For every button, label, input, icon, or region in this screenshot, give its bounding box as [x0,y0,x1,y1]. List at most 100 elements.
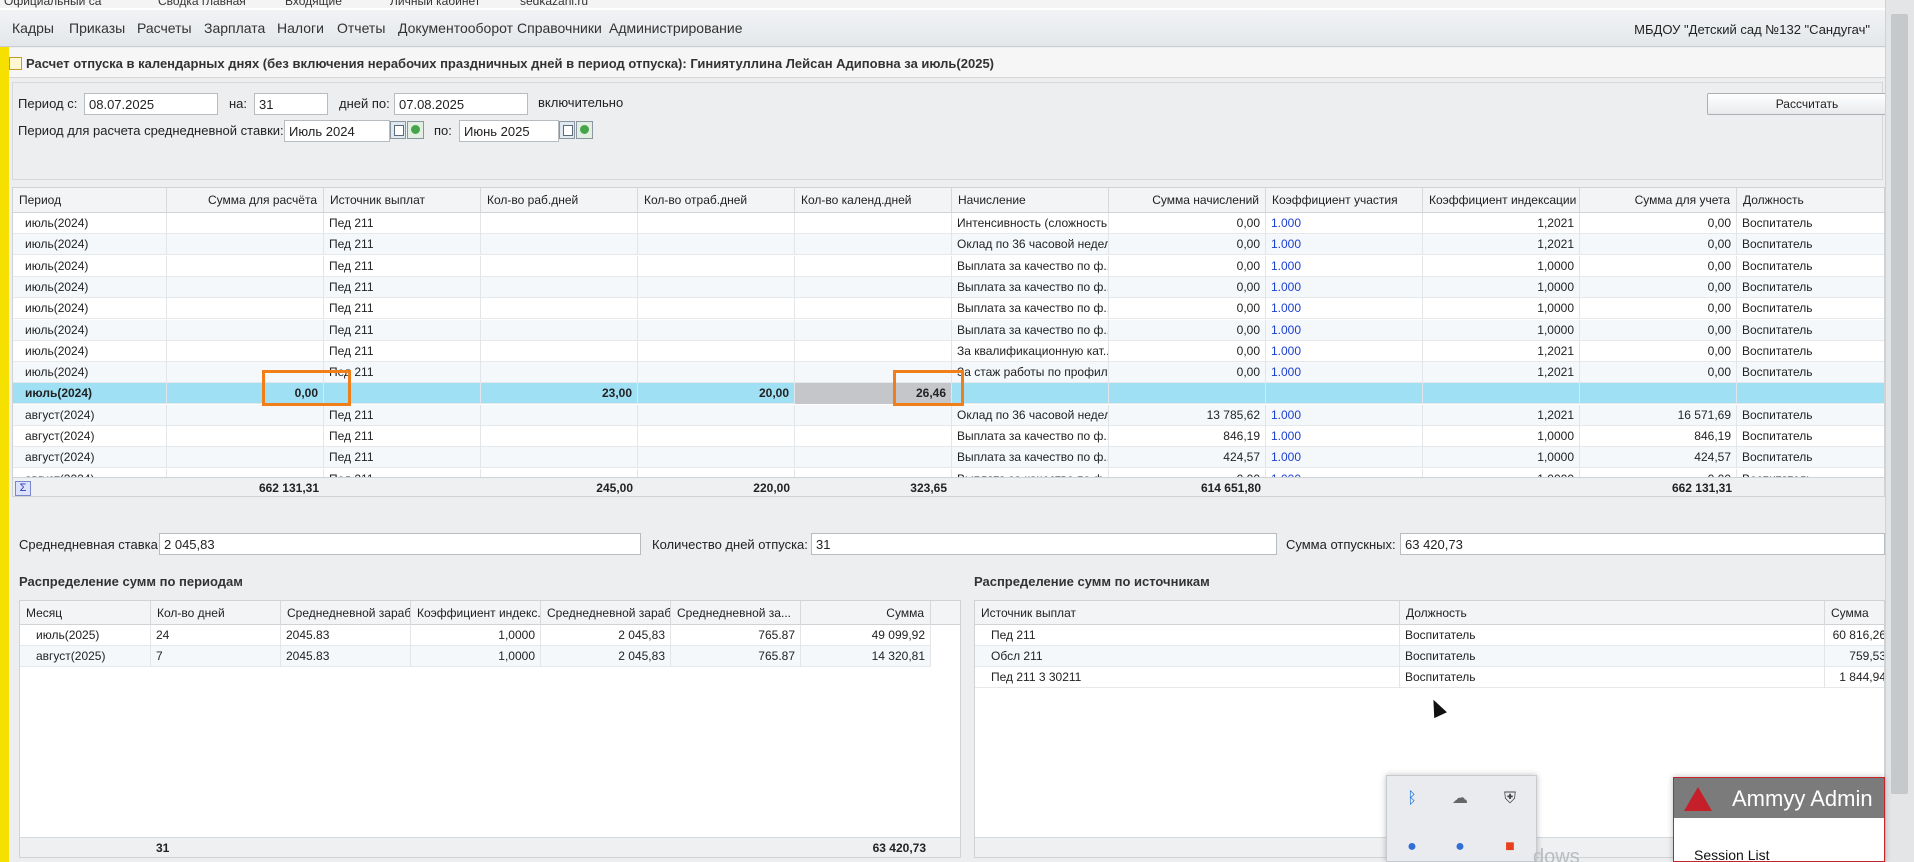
avg-rate-field[interactable]: 2 045,83 [159,533,641,555]
col-position[interactable]: Должность [1737,188,1884,213]
table-row[interactable]: Пед 211 Воспитатель 60 816,26 [975,625,1884,646]
table-row[interactable]: июль(2024) Пед 211 Выплата за качество по … [13,276,1884,298]
bookmark-item[interactable]: Личный кабинет [390,0,480,8]
bookmark-item[interactable]: sedkazani.ru [520,0,588,8]
cell-participation-coef: 1.000 [1266,319,1423,341]
col-index-coef[interactable]: Коэффициент индексации [1423,188,1580,213]
menu-spravochniki[interactable]: Справочники [517,20,602,36]
table-row[interactable]: июль(2024) Пед 211 Выплата за качество по … [13,255,1884,277]
table-row[interactable]: август(2024) Пед 211 Оклад по 36 часовой н… [13,404,1884,426]
cell-calc-sum [167,234,324,256]
days-count-input[interactable]: 31 [254,93,328,115]
cell-position [1737,383,1884,404]
menu-kadry[interactable]: Кадры [12,20,54,36]
apply-icon[interactable] [407,121,424,139]
menu-nalogi[interactable]: Налоги [277,20,324,36]
col-index-coef[interactable]: Коэффициент индекс... [411,601,541,625]
bookmark-item[interactable]: Входящие [285,0,342,8]
menu-zarplata[interactable]: Зарплата [204,20,265,36]
source-cell: Пед 211 [975,625,1400,646]
col-accrual[interactable]: Начисление [952,188,1109,213]
cell-position: Воспитатель [1737,256,1884,277]
vacation-days-field[interactable]: 31 [811,533,1277,555]
cell-calc-sum [167,404,324,426]
table-row[interactable]: июль(2024) Пед 211 Выплата за качество по … [13,298,1884,320]
menu-raschety[interactable]: Расчеты [137,20,192,36]
bluetooth-icon[interactable]: ᛒ [1401,788,1423,810]
calculate-button[interactable]: Рассчитать [1707,93,1907,115]
period-from-input[interactable]: 08.07.2025 [84,93,218,115]
col-avg-earnings-c[interactable]: Среднедневной за... [671,601,801,625]
period-cell: июль(2025) [20,625,151,646]
col-period[interactable]: Период [13,188,167,213]
na-label: на: [229,96,248,111]
col-days[interactable]: Кол-во дней [151,601,281,625]
sources-distribution-title: Распределение сумм по источникам [974,574,1210,589]
menu-dokumentooborot[interactable]: Документооборот [398,20,513,36]
apply-icon[interactable] [576,121,593,139]
cell-accrual-sum: 13 785,62 [1109,404,1266,426]
menu-otchety[interactable]: Отчеты [337,20,385,36]
col-payment-source[interactable]: Источник выплат [975,601,1400,625]
table-row[interactable]: Пед 211 3 30211 Воспитатель 1 844,94 [975,667,1884,688]
ammyy-admin-popup[interactable]: Ammyy Admin Session List [1673,777,1885,862]
cell-worked-days [638,404,795,426]
table-row[interactable]: июль(2024) Пед 211 За квалификационную кат… [13,340,1884,362]
highlight-calc-sum [262,370,351,406]
col-position[interactable]: Должность [1400,601,1825,625]
cell-worked-days [638,213,795,234]
avg-from-input[interactable]: Июль 2024 [284,120,390,142]
col-avg-earnings-a[interactable]: Среднедневной зараб... [281,601,411,625]
cloud-offline-icon[interactable]: ☁ [1449,788,1471,810]
cell-participation-coef: 1.000 [1266,276,1423,298]
bookmark-item[interactable]: Сводка главная [158,0,246,8]
col-accrual-sum[interactable]: Сумма начислений [1109,188,1266,213]
app-a-icon[interactable]: ● [1401,836,1423,858]
app-b-icon[interactable]: ● [1449,836,1471,858]
table-row[interactable]: Обсл 211 Воспитатель 759,53 [975,646,1884,667]
periods-table-footer: 31 63 420,73 [20,837,960,857]
col-account-sum[interactable]: Сумма для учета [1580,188,1737,213]
cell-source: Пед 211 [324,298,481,320]
cell-source: Пед 211 [324,276,481,298]
scrollbar-thumb[interactable] [1891,14,1908,794]
cell-accrual: Выплата за качество по ф... [952,276,1109,298]
cell-calendar-days [795,404,952,426]
table-row[interactable]: август(2024) Пед 211 Выплата за качество п… [13,447,1884,469]
table-row[interactable]: июль(2025) 24 2045.83 1,0000 2 045,83 765.87 4… [20,625,931,646]
sigma-icon[interactable]: Σ [15,481,31,496]
menu-administrirovanie[interactable]: Администрирование [609,20,743,36]
cell-source: Пед 211 [324,234,481,256]
cell-worked-days [638,426,795,447]
col-sum[interactable]: Сумма [1825,601,1884,625]
period-to-input[interactable]: 07.08.2025 [394,93,528,115]
cell-accrual-sum: 0,00 [1109,319,1266,341]
table-row[interactable]: июль(2024) Пед 211 Оклад по 36 часовой нед… [13,234,1884,256]
shield-warning-icon[interactable]: ⛨ [1499,788,1521,810]
calendar-icon[interactable] [559,121,575,139]
table-row[interactable]: июль(2024) Пед 211 Выплата за качество по … [13,319,1884,341]
table-row[interactable]: август(2025) 7 2045.83 1,0000 2 045,83 765.87… [20,646,931,667]
app-c-icon[interactable]: ■ [1499,836,1521,858]
col-participation-coef[interactable]: Коэффициент участия [1266,188,1423,213]
col-calendar-days[interactable]: Кол-во календ.дней [795,188,952,213]
avg-to-input[interactable]: Июнь 2025 [459,120,559,142]
menu-prikazy[interactable]: Приказы [69,20,125,36]
table-row[interactable]: август(2024) Пед 211 Выплата за качество п… [13,426,1884,447]
table-row[interactable]: июль(2024) Пед 211 Интенсивность (сложност… [13,213,1884,234]
cell-index-coef: 1,0000 [1423,255,1580,277]
col-calc-sum[interactable]: Сумма для расчёта [167,188,324,213]
vacation-sum-field[interactable]: 63 420,73 [1400,533,1885,555]
col-source[interactable]: Источник выплат [324,188,481,213]
col-sum[interactable]: Сумма [801,601,931,625]
bookmark-item[interactable]: Официальный са [4,0,101,8]
col-work-days[interactable]: Кол-во раб.дней [481,188,638,213]
cell-index-coef: 1,2021 [1423,404,1580,426]
cell-calendar-days [795,340,952,362]
col-avg-earnings-b[interactable]: Среднедневной зараб... [541,601,671,625]
col-worked-days[interactable]: Кол-во отраб.дней [638,188,795,213]
cell-source: Пед 211 [324,340,481,362]
col-month[interactable]: Месяц [20,601,151,625]
calendar-icon[interactable] [390,121,406,139]
session-list-link[interactable]: Session List [1694,847,1769,862]
